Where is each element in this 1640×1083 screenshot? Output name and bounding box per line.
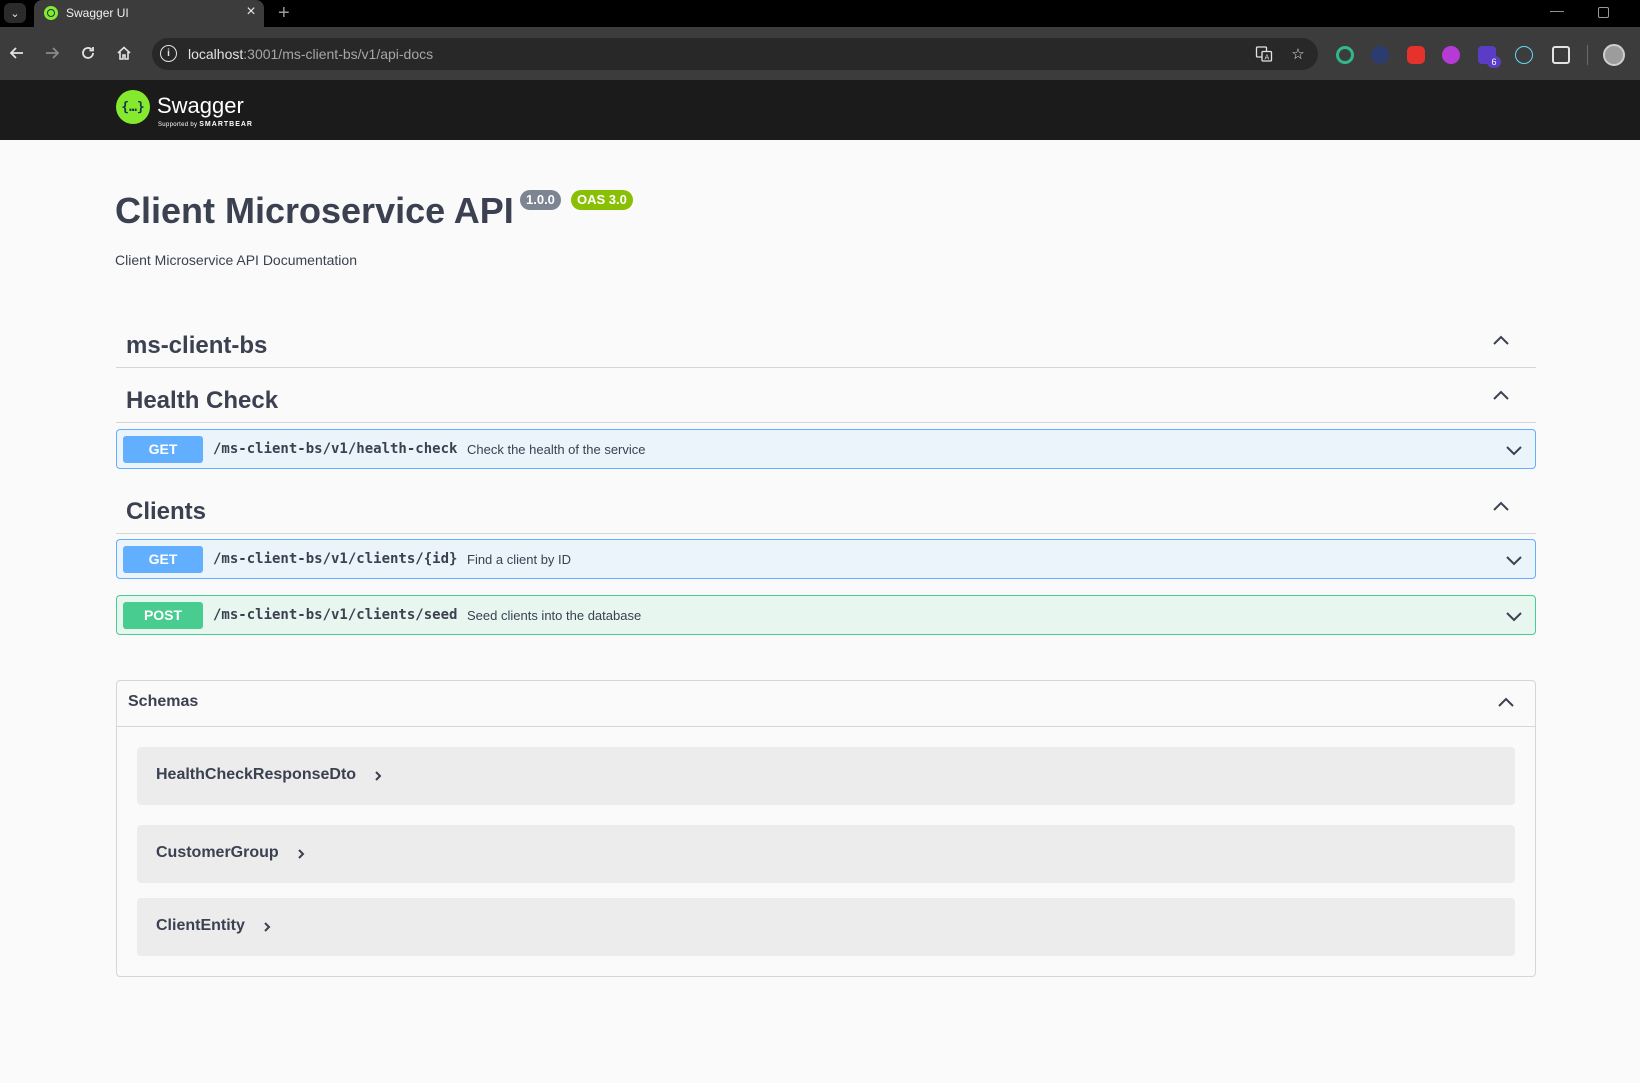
operation-path: /ms-client-bs/v1/clients/{id} [213,551,458,567]
operation-get-health-check[interactable]: GET /ms-client-bs/v1/health-check Check … [116,429,1536,469]
chevron-right-icon[interactable] [260,920,274,934]
swagger-logo-icon[interactable]: {…} [116,90,150,124]
model-name: CustomerGroup [156,844,279,861]
url-text: localhost:3001/ms-client-bs/v1/api-docs [188,46,434,62]
profile-avatar[interactable] [1603,44,1625,66]
extension-count-badge: 6 [1487,56,1501,68]
operation-summary: Seed clients into the database [467,608,642,623]
chevron-up-icon[interactable] [1490,496,1512,518]
extension-target-icon[interactable] [1336,46,1354,64]
method-badge: GET [123,436,203,463]
model-name: HealthCheckResponseDto [156,766,357,783]
operation-path: /ms-client-bs/v1/clients/seed [213,607,458,623]
swagger-supported-by: Supported by SMARTBEAR [158,121,253,128]
operation-summary: Check the health of the service [467,442,646,457]
api-description: Client Microservice API Documentation [115,252,357,268]
schema-model[interactable]: ClientEntity [137,898,1515,956]
tab-close-icon[interactable]: × [242,3,260,21]
swagger-brand[interactable]: Swagger [157,93,244,119]
model-name: ClientEntity [156,917,245,934]
tag-health-check[interactable]: Health Check [116,373,1536,423]
svg-text:A: A [1265,53,1270,61]
chevron-right-icon[interactable] [294,847,308,861]
new-tab-button[interactable]: + [278,2,290,24]
tag-title: ms-client-bs [126,332,268,359]
reload-icon[interactable] [75,40,101,66]
api-title: Client Microservice API [115,190,514,231]
extensions-puzzle-icon[interactable] [1552,46,1570,64]
tab-search-button[interactable]: ⌄ [4,3,26,23]
schema-model[interactable]: CustomerGroup [137,825,1515,883]
extension-purple-icon[interactable] [1442,46,1460,64]
swagger-favicon-icon [44,6,58,20]
window-minimize-button[interactable]: — [1550,2,1564,18]
oas-badge: OAS 3.0 [571,190,633,210]
translate-icon[interactable]: A [1254,44,1274,64]
window-maximize-button[interactable] [1598,7,1609,18]
browser-toolbar: i localhost:3001/ms-client-bs/v1/api-doc… [0,27,1640,80]
version-badge: 1.0.0 [520,190,561,210]
method-badge: POST [123,602,203,629]
back-icon[interactable] [4,40,30,66]
home-icon[interactable] [111,40,137,66]
extension-stop-icon[interactable] [1407,46,1425,64]
operation-get-client-by-id[interactable]: GET /ms-client-bs/v1/clients/{id} Find a… [116,539,1536,579]
chevron-down-icon[interactable] [1503,439,1525,461]
swagger-topbar: {…} Swagger Supported by SMARTBEAR [0,80,1640,140]
schema-model[interactable]: HealthCheckResponseDto [137,747,1515,805]
chevron-up-icon[interactable] [1490,385,1512,407]
browser-tab[interactable]: Swagger UI × [34,0,264,27]
method-badge: GET [123,546,203,573]
browser-tab-bar: ⌄ Swagger UI × + — [0,0,1640,27]
tag-clients[interactable]: Clients [116,484,1536,534]
tab-title: Swagger UI [66,6,129,20]
tag-title: Health Check [126,387,279,414]
site-info-icon[interactable]: i [160,45,177,62]
chevron-down-icon[interactable] [1503,605,1525,627]
operation-post-clients-seed[interactable]: POST /ms-client-bs/v1/clients/seed Seed … [116,595,1536,635]
address-bar[interactable]: i localhost:3001/ms-client-bs/v1/api-doc… [152,38,1318,70]
toolbar-separator [1587,45,1588,65]
schemas-header[interactable]: Schemas [117,681,1535,727]
bookmark-star-icon[interactable]: ☆ [1288,44,1308,64]
schemas-section: Schemas HealthCheckResponseDto CustomerG… [116,680,1536,977]
react-devtools-icon[interactable] [1515,46,1533,64]
chevron-up-icon[interactable] [1495,692,1517,714]
chevron-down-icon[interactable] [1503,549,1525,571]
chevron-up-icon[interactable] [1490,330,1512,352]
operation-path: /ms-client-bs/v1/health-check [213,441,458,457]
extension-a-icon[interactable] [1371,46,1389,64]
chevron-right-icon[interactable] [371,769,385,783]
tag-ms-client-bs[interactable]: ms-client-bs [116,318,1536,368]
operation-summary: Find a client by ID [467,552,572,567]
tag-title: Clients [126,498,207,525]
schemas-title: Schemas [128,693,199,710]
forward-icon[interactable] [39,40,65,66]
